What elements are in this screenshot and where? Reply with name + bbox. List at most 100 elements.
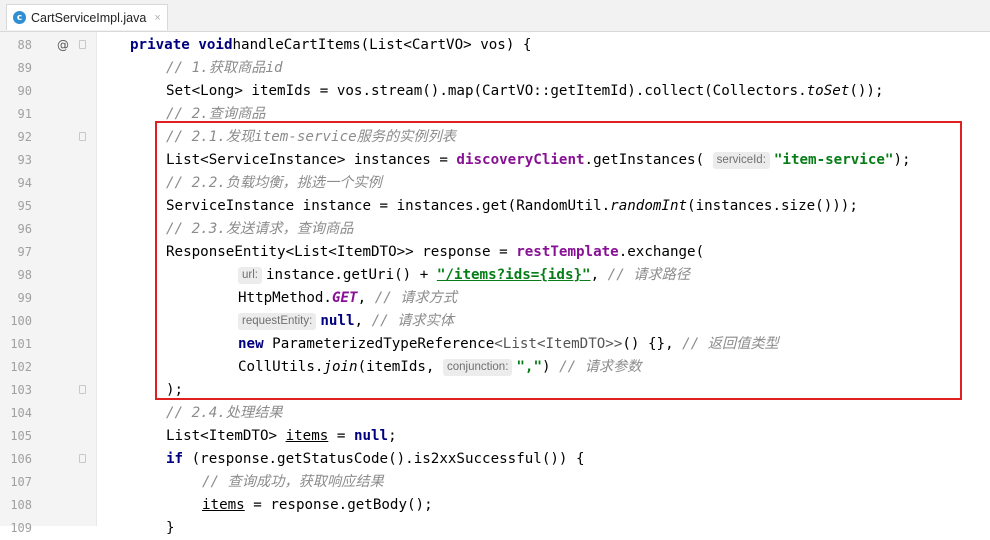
code-token: HttpMethod. <box>238 290 332 306</box>
code-token: // 2.查询商品 <box>166 106 266 122</box>
code-token: // 请求路径 <box>607 267 691 283</box>
code-line[interactable]: 108 items = response.getBody(); <box>0 494 990 517</box>
override-marker-icon[interactable]: @ <box>57 34 69 57</box>
code-line[interactable]: 105 List<ItemDTO> items = null; <box>0 425 990 448</box>
code-line[interactable]: 98 url: instance.getUri() + "/items?ids={i… <box>0 264 990 287</box>
line-number: 90 <box>17 84 32 98</box>
code-token: CollUtils. <box>238 359 324 375</box>
code-line[interactable]: 104 // 2.4.处理结果 <box>0 402 990 425</box>
code-text: HttpMethod.GET, // 请求方式 <box>238 287 457 310</box>
code-line[interactable]: 91 // 2.查询商品 <box>0 103 990 126</box>
editor-tab-bar: c CartServiceImpl.java × <box>0 0 990 32</box>
line-number: 100 <box>10 314 32 328</box>
tab-cartserviceimpl[interactable]: c CartServiceImpl.java × <box>6 4 168 30</box>
code-token: // 查询成功，获取响应结果 <box>202 474 384 490</box>
code-text: requestEntity: null, // 请求实体 <box>238 310 454 333</box>
code-token: handleCartItems(List<CartVO> vos) { <box>232 37 532 53</box>
line-number: 98 <box>17 268 32 282</box>
code-line[interactable]: 95 ServiceInstance instance = instances.g… <box>0 195 990 218</box>
code-token: // 2.3.发送请求，查询商品 <box>166 221 354 237</box>
code-line[interactable]: 94 // 2.2.负载均衡，挑选一个实例 <box>0 172 990 195</box>
code-token: <List<ItemDTO>> <box>494 336 623 352</box>
line-number: 93 <box>17 153 32 167</box>
code-token: ); <box>166 382 184 398</box>
fold-marker-icon[interactable] <box>79 40 86 49</box>
line-number: 91 <box>17 107 32 121</box>
code-token: // 请求方式 <box>374 290 458 306</box>
code-line[interactable]: 93 List<ServiceInstance> instances = disc… <box>0 149 990 172</box>
parameter-hint: requestEntity: <box>238 313 317 330</box>
code-token: .exchange( <box>618 244 705 260</box>
java-class-icon: c <box>13 11 26 24</box>
code-token: randomInt <box>610 198 688 214</box>
code-text: ResponseEntity<List<ItemDTO>> response =… <box>166 241 704 264</box>
code-line[interactable]: 90 Set<Long> itemIds = vos.stream().map(C… <box>0 80 990 103</box>
code-line[interactable]: 97 ResponseEntity<List<ItemDTO>> response… <box>0 241 990 264</box>
code-line[interactable]: 103); <box>0 379 990 402</box>
code-line[interactable]: 102 CollUtils.join(itemIds, conjunction: "… <box>0 356 990 379</box>
fold-marker-icon[interactable] <box>79 454 86 463</box>
code-token: items <box>285 428 329 444</box>
code-token: // 1.获取商品id <box>166 60 283 76</box>
line-number: 99 <box>17 291 32 305</box>
code-text: ); <box>166 379 183 402</box>
code-token: toSet <box>806 83 850 99</box>
code-text: // 2.4.处理结果 <box>166 402 283 425</box>
line-number: 89 <box>17 61 32 75</box>
code-text: List<ItemDTO> items = null; <box>166 425 397 448</box>
fold-marker-icon[interactable] <box>79 132 86 141</box>
tab-label: CartServiceImpl.java <box>31 10 147 25</box>
code-token: ()); <box>849 83 884 99</box>
code-line[interactable]: 88 @ private voidhandleCartItems(List<Cart… <box>0 34 990 57</box>
code-text: if (response.getStatusCode().is2xxSucces… <box>166 448 585 471</box>
code-text: } <box>166 517 175 540</box>
code-text: items = response.getBody(); <box>202 494 433 517</box>
code-token: } <box>166 520 175 536</box>
parameter-hint: url: <box>238 267 262 284</box>
code-token: (response.getStatusCode().is2xxSuccessfu… <box>183 451 585 467</box>
code-text: List<ServiceInstance> instances = discov… <box>166 149 911 172</box>
code-token: ResponseEntity<List<ItemDTO>> response = <box>166 244 517 260</box>
code-line[interactable]: 101 new ParameterizedTypeReference<List<I… <box>0 333 990 356</box>
code-token: null <box>320 313 355 329</box>
code-text: // 2.2.负载均衡，挑选一个实例 <box>166 172 382 195</box>
line-number: 103 <box>10 383 32 397</box>
line-number: 104 <box>10 406 32 420</box>
line-number: 88 <box>17 38 32 52</box>
code-token: items <box>202 497 245 513</box>
line-number: 108 <box>10 498 32 512</box>
code-token: // 2.4.处理结果 <box>166 405 283 421</box>
code-line[interactable]: 107 // 查询成功，获取响应结果 <box>0 471 990 494</box>
code-line[interactable]: 92 // 2.1.发现item-service服务的实例列表 <box>0 126 990 149</box>
code-token: null <box>353 428 389 444</box>
code-text: new ParameterizedTypeReference<List<Item… <box>238 333 779 356</box>
code-token: GET <box>331 290 358 306</box>
code-token: // 2.1.发现item-service服务的实例列表 <box>166 129 456 145</box>
code-token: (itemIds, <box>357 359 444 375</box>
line-number: 95 <box>17 199 32 213</box>
code-token: = response.getBody(); <box>244 497 433 513</box>
code-line[interactable]: 99 HttpMethod.GET, // 请求方式 <box>0 287 990 310</box>
code-line[interactable]: 96 // 2.3.发送请求，查询商品 <box>0 218 990 241</box>
code-token: ; <box>388 428 397 444</box>
code-text: // 2.1.发现item-service服务的实例列表 <box>166 126 456 149</box>
code-token: = <box>328 428 354 444</box>
code-text: // 1.获取商品id <box>166 57 283 80</box>
code-line[interactable]: 100 requestEntity: null, // 请求实体 <box>0 310 990 333</box>
code-line[interactable]: 89 // 1.获取商品id <box>0 57 990 80</box>
code-token: List<ServiceInstance> instances = <box>166 152 457 168</box>
parameter-hint: conjunction: <box>443 359 513 376</box>
code-line[interactable]: 106 if (response.getStatusCode().is2xxSuc… <box>0 448 990 471</box>
code-text: ServiceInstance instance = instances.get… <box>166 195 858 218</box>
fold-marker-icon[interactable] <box>79 385 86 394</box>
code-token: new <box>238 336 264 352</box>
code-token: "item-service" <box>773 152 894 168</box>
line-number: 101 <box>10 337 32 351</box>
code-token: // 请求实体 <box>371 313 454 329</box>
code-line[interactable]: 109} <box>0 517 990 540</box>
code-text: // 查询成功，获取响应结果 <box>202 471 384 494</box>
code-token: instance.getUri() + <box>265 267 437 283</box>
close-icon[interactable]: × <box>154 12 160 24</box>
line-number: 109 <box>10 521 32 535</box>
code-editor[interactable]: 88 @ private voidhandleCartItems(List<Cart… <box>0 32 990 536</box>
